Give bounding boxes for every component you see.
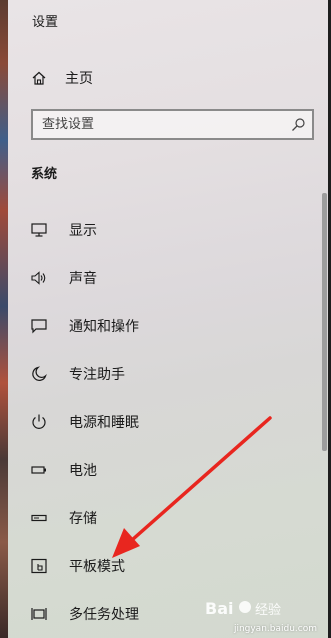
nav-item-label: 电池 <box>69 463 97 479</box>
home-icon <box>30 69 48 87</box>
search-icon[interactable] <box>290 117 306 133</box>
tablet-mode-icon <box>29 556 49 576</box>
nav-item-label: 存储 <box>69 511 97 527</box>
nav-item-storage[interactable]: 存储 <box>16 498 321 538</box>
nav-item-notifications[interactable]: 通知和操作 <box>16 306 321 346</box>
nav-item-label: 电源和睡眠 <box>69 415 139 431</box>
nav-home[interactable]: 主页 <box>16 60 316 96</box>
speaker-icon <box>29 268 49 288</box>
nav-item-label: 声音 <box>69 271 97 287</box>
nav-item-label: 通知和操作 <box>69 319 139 335</box>
power-icon <box>29 412 49 432</box>
battery-icon <box>29 460 49 480</box>
nav-item-multitasking[interactable]: 多任务处理 <box>16 594 321 634</box>
search-input[interactable] <box>42 117 282 132</box>
nav-item-battery[interactable]: 电池 <box>16 450 321 490</box>
window-title: 设置 <box>32 15 59 30</box>
section-title-system: 系统 <box>31 167 58 182</box>
storage-icon <box>29 508 49 528</box>
monitor-icon <box>29 220 49 240</box>
search-box[interactable] <box>31 109 314 140</box>
nav-item-label: 平板模式 <box>69 559 125 575</box>
nav-item-display[interactable]: 显示 <box>16 210 321 250</box>
multitasking-icon <box>29 604 49 624</box>
notification-icon <box>29 316 49 336</box>
nav-item-power-sleep[interactable]: 电源和睡眠 <box>16 402 321 442</box>
nav-item-focus-assist[interactable]: 专注助手 <box>16 354 321 394</box>
nav-item-label: 多任务处理 <box>69 607 139 623</box>
settings-window: 设置 主页 系统 <box>8 0 331 638</box>
nav-item-tablet-mode[interactable]: 平板模式 <box>16 546 321 586</box>
scrollbar-thumb[interactable] <box>322 193 327 451</box>
moon-icon <box>29 364 49 384</box>
nav-home-label: 主页 <box>65 71 93 87</box>
nav-item-sound[interactable]: 声音 <box>16 258 321 298</box>
nav-item-label: 专注助手 <box>69 367 125 383</box>
nav-item-label: 显示 <box>69 223 97 239</box>
